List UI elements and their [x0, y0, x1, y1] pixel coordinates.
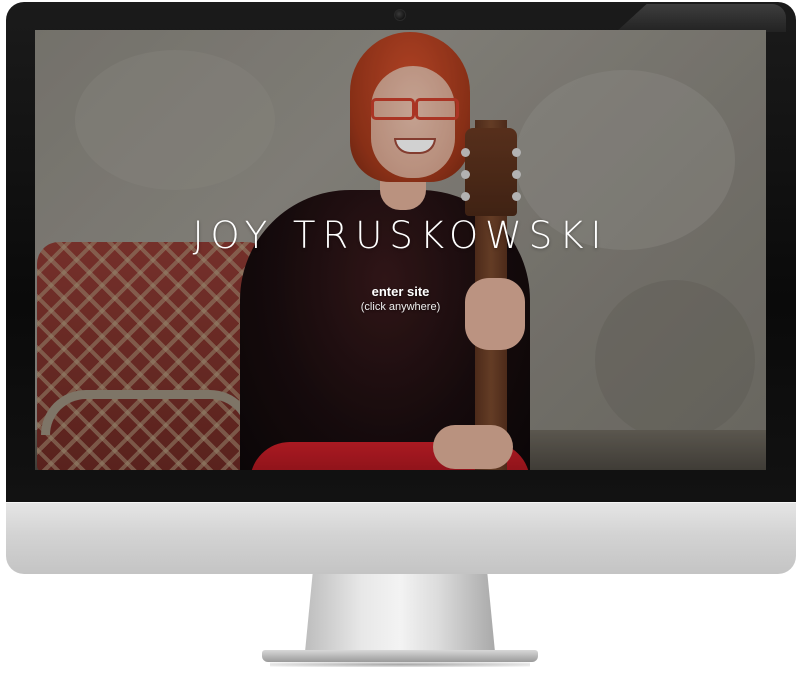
- monitor-foot: [262, 650, 538, 662]
- monitor-stand: [305, 574, 495, 652]
- click-anywhere-hint: (click anywhere): [360, 301, 441, 313]
- splash-screen[interactable]: JOY TRUSKOWSKI enter site (click anywher…: [35, 30, 766, 470]
- enter-site-link[interactable]: enter site: [35, 284, 766, 299]
- webcam-icon: [394, 9, 406, 21]
- monitor-chin: [6, 502, 796, 574]
- imac-monitor: JOY TRUSKOWSKI enter site (click anywher…: [0, 0, 800, 673]
- bezel-glare: [616, 4, 786, 32]
- stand-shadow: [270, 662, 530, 667]
- site-title: JOY TRUSKOWSKI: [192, 214, 609, 257]
